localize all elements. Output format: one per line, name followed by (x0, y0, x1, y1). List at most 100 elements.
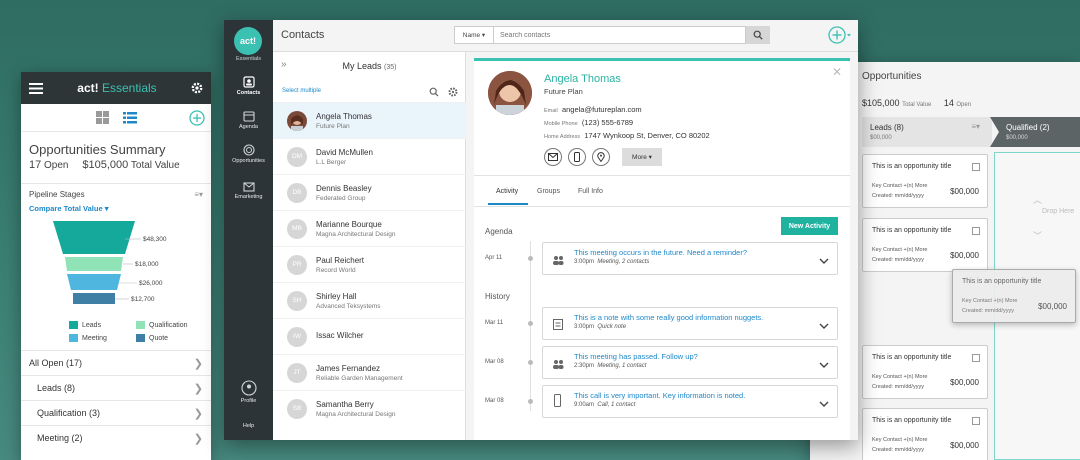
legend-item-leads: Leads (69, 321, 136, 329)
lead-row[interactable]: SH Shirley Hall Advanced Teksystems (273, 282, 466, 318)
select-multiple-link[interactable]: Select multiple (282, 88, 321, 94)
lead-row[interactable]: IW Issac Wilcher (273, 318, 466, 354)
emarketing-icon (242, 182, 255, 192)
funnel-chart: $48,300 $18,000 $26,000 $12,700 (53, 221, 167, 304)
note-icon (553, 317, 563, 335)
calendar-icon (242, 111, 255, 122)
sort-menu-icon[interactable]: ≡▾ (194, 190, 203, 199)
nav-item-help[interactable]: Help (224, 421, 273, 429)
tab-activity[interactable]: Activity (496, 188, 518, 195)
contact-email[interactable]: angela@futureplan.com (562, 105, 642, 114)
lead-row[interactable]: DM David McMullen L.L Berger (273, 138, 466, 174)
column-menu-icon[interactable]: ≡▾ (971, 122, 980, 131)
chevron-up-icon: ︿ (1033, 195, 1043, 205)
leads-title: My Leads (35) (342, 61, 397, 71)
kanban-stats: $105,000 Total Value 14 Open (862, 98, 972, 108)
nav-item-emarketing[interactable]: Emarketing (224, 180, 273, 200)
legend-item-qualification: Qualification (136, 321, 203, 329)
call-button[interactable] (568, 148, 586, 166)
more-button[interactable]: More ▾ (622, 148, 662, 166)
opportunity-card[interactable]: This is an opportunity title Key Contact… (862, 345, 988, 399)
search-icon (753, 30, 763, 40)
chevron-right-icon: ❯ (193, 357, 203, 370)
contacts-icon (242, 76, 255, 88)
kanban-title: Opportunities (862, 71, 922, 82)
nav-item-opportunities[interactable]: Opportunities (224, 144, 273, 164)
logo-subtitle: Essentials (235, 56, 262, 62)
list-item-all-open[interactable]: All Open (17) ❯ (21, 350, 211, 375)
search-input[interactable] (494, 26, 746, 44)
mobile-app-window: act! Essentials Opportunities Summary 17… (21, 72, 211, 460)
search-scope-dropdown[interactable]: Name ▾ (454, 26, 494, 44)
nav-item-contacts[interactable]: Contacts (224, 76, 273, 96)
opportunity-card[interactable]: This is an opportunity title Key Contact… (862, 408, 988, 460)
search-icon[interactable] (429, 84, 439, 102)
nav-item-profile[interactable]: Profile (224, 380, 273, 404)
left-nav: act! Essentials Contacts Agenda Opportun… (224, 20, 273, 440)
funnel-value-qualification: $18,000 (135, 261, 159, 268)
opportunity-card[interactable]: This is an opportunity title Key Contact… (862, 218, 988, 272)
map-button[interactable] (592, 148, 610, 166)
brand-logo: act! Essentials (77, 81, 157, 95)
contact-actions: More ▾ (544, 148, 662, 166)
list-item-meeting[interactable]: Meeting (2) ❯ (21, 425, 211, 450)
hamburger-menu-icon[interactable] (29, 82, 43, 94)
nav-item-agenda[interactable]: Agenda (224, 110, 273, 130)
active-tab-indicator (488, 203, 528, 205)
activity-date: Mar 08 (485, 359, 504, 365)
avatar: JT (287, 362, 307, 383)
opportunity-card[interactable]: This is an opportunity title Key Contact… (862, 154, 988, 208)
funnel-legend: Leads Qualification Meeting Quote (29, 315, 203, 342)
grid-view-icon[interactable] (95, 111, 109, 124)
chevron-down-icon[interactable] (819, 317, 829, 335)
activity-card[interactable]: This meeting has passed. Follow up? 2:30p… (542, 346, 838, 379)
activity-date: Apr 11 (485, 255, 503, 261)
activity-card[interactable]: This meeting occurs in the future. Need … (542, 242, 838, 275)
search-button[interactable] (746, 26, 770, 44)
funnel-stage-quote (73, 293, 115, 304)
new-activity-button[interactable]: New Activity (781, 217, 838, 235)
card-checkbox[interactable] (972, 227, 980, 235)
card-checkbox[interactable] (972, 354, 980, 362)
funnel-value-quote: $12,700 (131, 296, 155, 303)
column-header-leads[interactable]: Leads (8) $00,000 ≡▾ (862, 117, 992, 147)
list-item-leads[interactable]: Leads (8) ❯ (21, 375, 211, 400)
activity-card[interactable]: This is a note with some really good inf… (542, 307, 838, 340)
chevron-down-icon[interactable] (819, 395, 829, 413)
tab-groups[interactable]: Groups (537, 188, 560, 195)
list-view-icon[interactable] (122, 111, 137, 124)
gear-icon[interactable] (448, 84, 458, 102)
tab-full-info[interactable]: Full Info (578, 188, 603, 195)
pipeline-label: Pipeline Stages (29, 190, 85, 199)
lead-row[interactable]: Angela Thomas Future Plan (273, 102, 466, 138)
act-logo[interactable]: act! (234, 27, 262, 55)
card-checkbox[interactable] (972, 163, 980, 171)
lead-row[interactable]: SB Samantha Berry Magna Architectural Desi… (273, 390, 466, 426)
pipeline-section: Pipeline Stages ≡▾ Compare Total Value ▾… (21, 183, 211, 342)
card-checkbox[interactable] (972, 417, 980, 425)
column-header-qualified[interactable]: Qualified (2) $00,000 (990, 117, 1080, 147)
avatar: PR (287, 254, 307, 275)
lead-row[interactable]: JT James Fernandez Reliable Garden Managem… (273, 354, 466, 390)
add-circle-icon[interactable] (189, 110, 205, 126)
list-item-qualification[interactable]: Qualification (3) ❯ (21, 400, 211, 425)
gear-icon[interactable] (191, 82, 203, 94)
page-title: Contacts (281, 29, 325, 41)
dragged-opportunity-card[interactable]: This is an opportunity title Key Contact… (952, 269, 1076, 323)
contact-phone[interactable]: (123) 555-6789 (582, 118, 633, 127)
activity-card[interactable]: This call is very important. Key informa… (542, 385, 838, 418)
add-new-button[interactable] (828, 25, 852, 50)
compare-value-dropdown[interactable]: Compare Total Value ▾ (29, 204, 203, 213)
lead-row[interactable]: DB Dennis Beasley Federated Group (273, 174, 466, 210)
chevron-down-icon[interactable] (819, 252, 829, 270)
lead-row[interactable]: PR Paul Reichert Record World (273, 246, 466, 282)
close-icon[interactable]: ✕ (832, 65, 842, 79)
avatar: SH (287, 290, 307, 311)
funnel-value-meeting: $26,000 (139, 280, 163, 287)
chevron-right-icon: ❯ (193, 407, 203, 420)
email-button[interactable] (544, 148, 562, 166)
lead-row[interactable]: MB Marianne Bourque Magna Architectural De… (273, 210, 466, 246)
add-circle-icon (828, 26, 851, 44)
chevron-down-icon[interactable] (819, 356, 829, 374)
profile-icon (240, 380, 257, 396)
